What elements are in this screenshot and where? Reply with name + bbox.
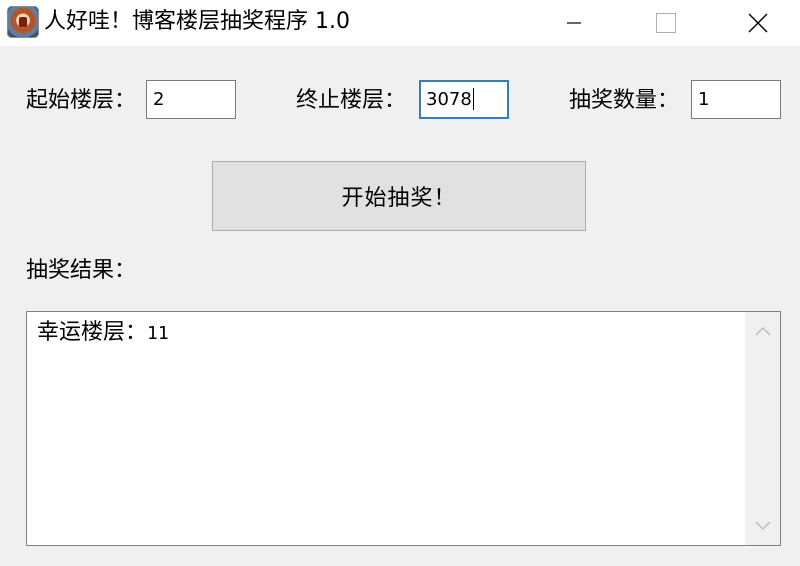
results-textarea[interactable]: 幸运楼层：11 [26,311,781,546]
end-floor-value: 3078 [426,89,472,110]
start-draw-button[interactable]: 开始抽奖！ [212,161,586,231]
chevron-up-icon [755,326,771,336]
start-floor-label: 起始楼层： [26,88,137,113]
app-icon [7,6,39,38]
close-button[interactable] [735,0,781,46]
text-caret [472,88,474,110]
app-window: 人好哇！博客楼层抽奖程序 1.0 起始楼层： 2 终止楼层： 3078 抽奖数量… [0,0,800,566]
lucky-floor-value: 11 [147,323,169,344]
vertical-scrollbar[interactable] [745,312,780,545]
chevron-down-icon [755,521,771,531]
draw-count-input[interactable]: 1 [691,80,781,119]
title-bar[interactable]: 人好哇！博客楼层抽奖程序 1.0 [0,0,800,46]
start-floor-input[interactable]: 2 [146,80,236,119]
lucky-floor-label: 幸运楼层： [37,320,148,345]
draw-count-label: 抽奖数量： [569,88,680,113]
scroll-up-button[interactable] [746,314,780,348]
close-icon [748,13,768,33]
maximize-icon [656,13,676,33]
window-title: 人好哇！博客楼层抽奖程序 1.0 [44,9,350,34]
end-floor-label: 终止楼层： [296,88,407,113]
scroll-down-button[interactable] [746,509,780,543]
maximize-button[interactable] [643,0,689,46]
minimize-icon [567,22,581,24]
result-line: 幸运楼层：11 [37,318,169,349]
results-heading: 抽奖结果： [26,258,137,283]
minimize-button[interactable] [551,0,597,46]
end-floor-input[interactable]: 3078 [419,80,509,119]
